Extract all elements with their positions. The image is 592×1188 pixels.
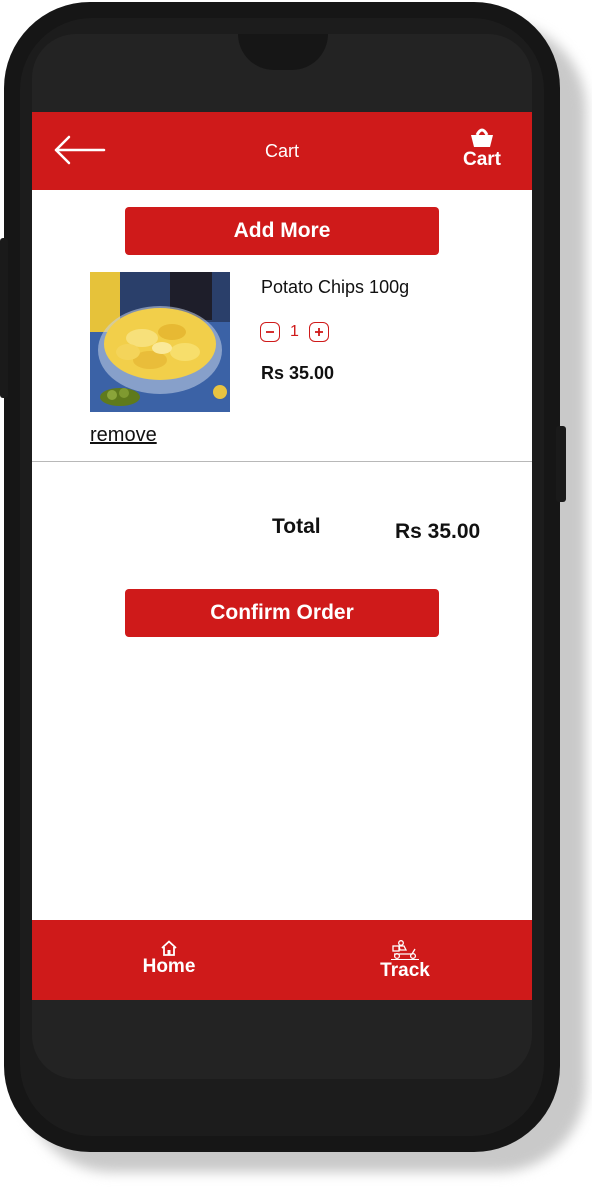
total-value: Rs 35.00	[395, 520, 481, 543]
potato-chips-photo	[90, 272, 230, 412]
confirm-order-button[interactable]: Confirm Order	[125, 589, 439, 637]
add-more-button[interactable]: Add More	[125, 207, 439, 255]
product-name: Potato Chips 100g	[261, 277, 410, 297]
nav-track-label: Track	[380, 960, 430, 981]
app-screen: Cart Cart Add More Potato Chips 100g 1 R…	[32, 112, 532, 1000]
quantity-stepper: 1	[260, 320, 329, 344]
delivery-scooter-icon	[391, 940, 419, 960]
nav-home[interactable]: Home	[124, 940, 214, 978]
total-label: Total	[272, 515, 321, 538]
cart-basket-icon	[471, 128, 493, 147]
minus-icon	[266, 331, 274, 333]
volume-button	[0, 238, 8, 398]
decrease-quantity-button[interactable]	[260, 322, 280, 342]
bottom-navigation: Home Track	[32, 920, 532, 1000]
product-image	[90, 272, 230, 412]
remove-item-link[interactable]: remove	[90, 424, 157, 447]
top-app-bar: Cart Cart	[32, 112, 532, 190]
product-price: Rs 35.00	[261, 363, 335, 383]
cart-button[interactable]: Cart	[454, 126, 510, 178]
power-button	[556, 426, 566, 502]
cart-label: Cart	[462, 149, 501, 170]
nav-track[interactable]: Track	[360, 940, 450, 982]
plus-icon	[314, 328, 323, 336]
nav-home-label: Home	[142, 956, 196, 977]
divider	[32, 461, 532, 462]
home-icon	[161, 940, 177, 956]
quantity-value: 1	[290, 323, 299, 340]
increase-quantity-button[interactable]	[308, 322, 329, 342]
